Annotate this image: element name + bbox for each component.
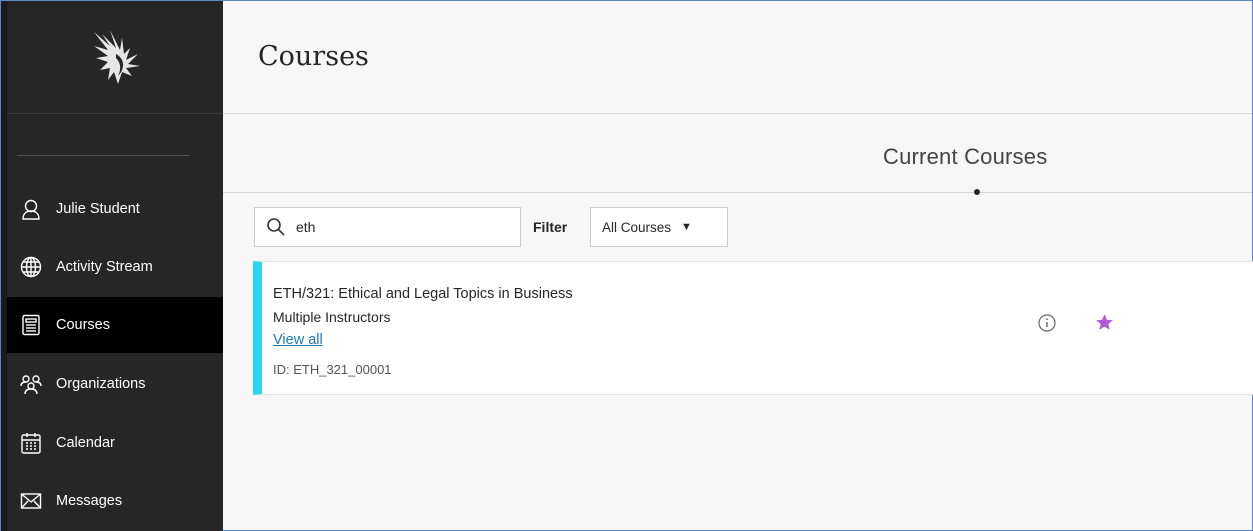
envelope-icon: [20, 490, 42, 512]
course-toolbar: Filter All Courses ▼: [254, 207, 734, 247]
sidebar-item-label: Messages: [56, 493, 123, 509]
globe-icon: [20, 256, 42, 278]
course-tabs: Current Courses: [223, 114, 1252, 195]
search-input[interactable]: [296, 219, 496, 235]
logo: [7, 1, 223, 114]
sidebar-divider: [17, 155, 189, 156]
sidebar-item-label: Julie Student: [56, 201, 140, 217]
course-id: ID: ETH_321_00001: [273, 362, 392, 377]
page-title: Courses: [258, 41, 369, 72]
sidebar-item-label: Calendar: [56, 435, 115, 451]
search-box[interactable]: [254, 207, 521, 247]
view-all-link[interactable]: View all: [273, 332, 323, 348]
calendar-icon: [20, 432, 42, 454]
sidebar-item-label: Organizations: [56, 376, 146, 392]
sidebar-item-label: Courses: [56, 317, 110, 333]
sidebar-item-organizations[interactable]: Organizations: [7, 356, 223, 412]
tab-indicator-dot: [974, 189, 980, 195]
sidebar-item-label: Activity Stream: [56, 259, 153, 275]
course-instructors: Multiple Instructors: [273, 309, 391, 325]
filter-selected-value: All Courses: [602, 219, 672, 235]
main-content: Courses Current Courses Filter All Cours…: [223, 1, 1253, 530]
user-icon: [20, 198, 42, 220]
sidebar: Julie Student Activity Stream Courses Or…: [1, 1, 223, 531]
tab-current-courses[interactable]: Current Courses: [883, 144, 1047, 170]
course-card[interactable]: ETH/321: Ethical and Legal Topics in Bus…: [253, 261, 1253, 395]
sidebar-item-courses[interactable]: Courses: [7, 297, 223, 353]
sidebar-item-activity-stream[interactable]: Activity Stream: [7, 239, 223, 295]
search-icon: [266, 217, 286, 237]
page-header: Courses: [223, 1, 1252, 114]
filter-dropdown[interactable]: All Courses ▼: [590, 207, 728, 247]
filter-label: Filter: [533, 219, 568, 235]
info-icon[interactable]: [1038, 314, 1056, 332]
phoenix-logo-icon: [94, 30, 140, 84]
sidebar-item-messages[interactable]: Messages: [7, 473, 223, 529]
course-title[interactable]: ETH/321: Ethical and Legal Topics in Bus…: [273, 286, 573, 302]
organizations-icon: [20, 373, 42, 395]
favorite-star-icon[interactable]: [1095, 313, 1114, 332]
caret-down-icon: ▼: [681, 221, 692, 233]
sidebar-item-calendar[interactable]: Calendar: [7, 415, 223, 471]
sidebar-item-profile[interactable]: Julie Student: [7, 181, 223, 237]
courses-icon: [20, 314, 42, 336]
